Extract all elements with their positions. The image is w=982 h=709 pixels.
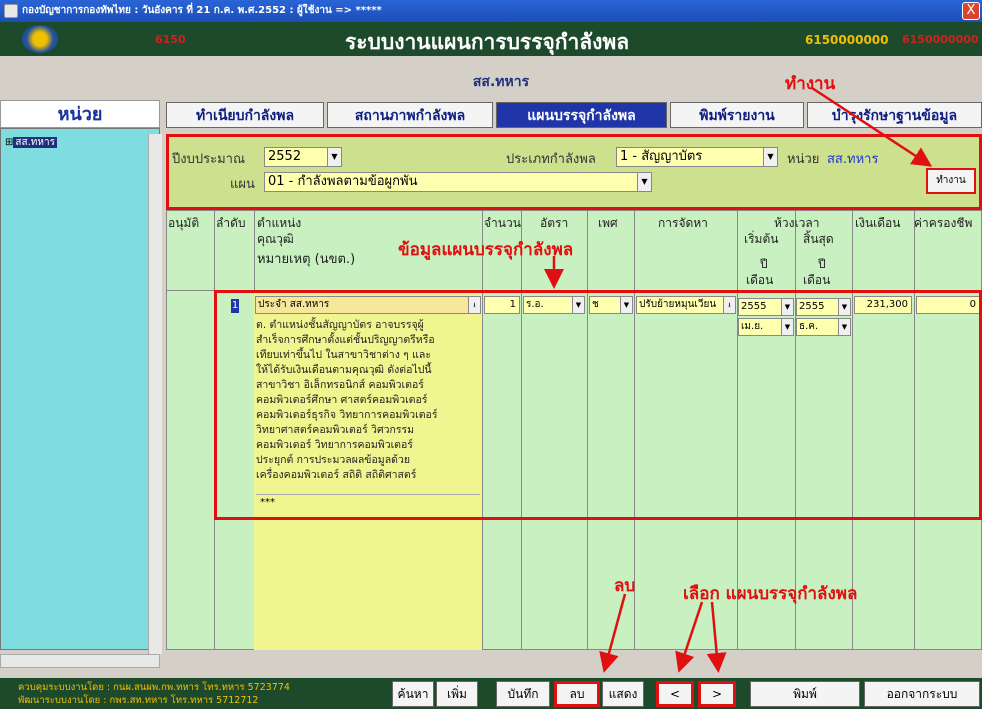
tab-maintenance[interactable]: บำรุงรักษาฐานข้อมูล xyxy=(807,102,982,128)
app-icon xyxy=(4,4,18,18)
plan-select[interactable]: 01 - กำลังพลตามข้อผูกพัน ▼ xyxy=(264,172,652,192)
chevron-down-icon: ▼ xyxy=(763,148,777,166)
tree-item[interactable]: ⊞ สส.ทหาร xyxy=(5,135,57,150)
tree-scrollbar-horizontal[interactable] xyxy=(0,654,160,668)
search-button[interactable]: ค้นหา xyxy=(392,681,434,707)
col-rate: อัตรา xyxy=(540,216,569,230)
add-button[interactable]: เพิ่ม xyxy=(436,681,478,707)
sidebar-header: หน่วย xyxy=(0,100,160,128)
annotation-data: ข้อมูลแผนบรรจุกำลังพล xyxy=(398,240,574,260)
work-button[interactable]: ทำงาน xyxy=(926,168,976,194)
col-order: ลำดับ xyxy=(216,216,246,230)
tree-scrollbar-vertical[interactable] xyxy=(148,134,162,654)
col-approve: อนุมัติ xyxy=(168,216,200,230)
window-title: กองบัญชาการกองทัพไทย : วันอังคาร ที่ 21 … xyxy=(0,0,982,22)
delete-button[interactable]: ลบ xyxy=(554,681,600,707)
col-qualification: คุณวุฒิ xyxy=(257,232,294,246)
year-label: ปีงบประมาณ xyxy=(172,152,245,167)
col-end: สิ้นสุด xyxy=(803,232,834,246)
annotation-select: เลือก แผนบรรจุกำลังพล xyxy=(683,584,858,604)
tab-print-report[interactable]: พิมพ์รายงาน xyxy=(670,102,804,128)
annotation-work: ทำงาน xyxy=(785,74,836,94)
app-title: ระบบงานแผนการบรรจุกำลังพล xyxy=(345,30,630,54)
type-label: ประเภทกำลังพล xyxy=(506,152,596,167)
col-salary: เงินเดือน xyxy=(855,216,901,230)
prev-button[interactable]: < xyxy=(656,681,694,707)
unit-name: สส.ทหาร xyxy=(472,74,530,90)
emblem-logo xyxy=(22,25,58,53)
tree-item-label: สส.ทหาร xyxy=(13,137,57,148)
code-1: 6150000000 xyxy=(805,33,889,47)
type-select[interactable]: 1 - สัญญาบัตร ▼ xyxy=(616,147,778,167)
next-button[interactable]: > xyxy=(698,681,736,707)
col-allowance: ค่าครองชีพ xyxy=(914,216,973,230)
plan-label: แผน xyxy=(230,177,255,192)
col-start-month: เดือน xyxy=(746,273,774,287)
col-procure: การจัดหา xyxy=(658,216,708,230)
chevron-down-icon: ▼ xyxy=(327,148,341,166)
unit-value: สส.ทหาร xyxy=(827,152,879,167)
year-select[interactable]: 2552 ▼ xyxy=(264,147,342,167)
tab-staffing-plan[interactable]: แผนบรรจุกำลังพล xyxy=(496,102,667,128)
annotation-delete: ลบ xyxy=(614,576,636,596)
credit-develop: พัฒนาระบบงานโดย : กพร.สท.ทหาร โทร.ทหาร 5… xyxy=(18,695,259,706)
close-button[interactable]: X xyxy=(962,2,980,20)
chevron-down-icon: ▼ xyxy=(637,173,651,191)
save-button[interactable]: บันทึก xyxy=(496,681,550,707)
year-value: 2552 xyxy=(268,149,302,164)
col-count: จำนวน xyxy=(484,216,521,230)
unit-tree[interactable]: ⊞ สส.ทหาร xyxy=(0,128,160,650)
col-end-month: เดือน xyxy=(803,273,831,287)
col-start: เริ่มต้น xyxy=(744,232,779,246)
col-remark: หมายเหตุ (นขต.) xyxy=(257,252,356,267)
code-2: 6150000000 xyxy=(902,33,979,46)
col-sex: เพศ xyxy=(598,216,618,230)
row-highlight-box xyxy=(214,290,982,520)
show-button[interactable]: แสดง xyxy=(602,681,644,707)
unit-label: หน่วย xyxy=(787,152,820,167)
tab-directory[interactable]: ทำเนียบกำลังพล xyxy=(166,102,324,128)
app-code: 6150 xyxy=(155,33,186,46)
plan-value: 01 - กำลังพลตามข้อผูกพัน xyxy=(268,174,418,189)
print-button[interactable]: พิมพ์ xyxy=(750,681,860,707)
exit-button[interactable]: ออกจากระบบ xyxy=(864,681,980,707)
tab-status[interactable]: สถานภาพกำลังพล xyxy=(327,102,493,128)
type-value: 1 - สัญญาบัตร xyxy=(620,149,703,164)
